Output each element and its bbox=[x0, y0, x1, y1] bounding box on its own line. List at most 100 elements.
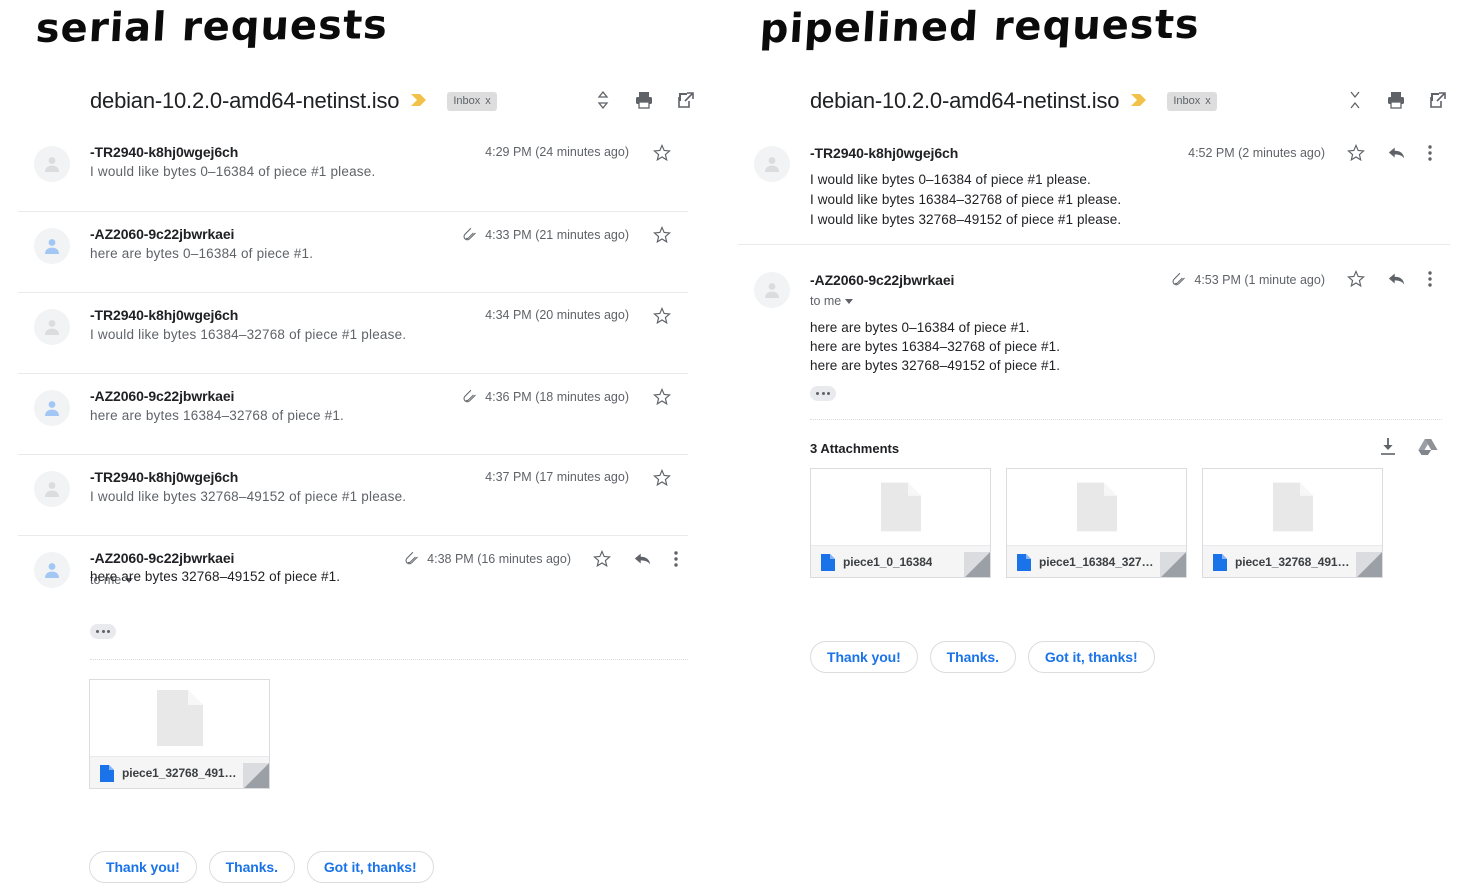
star-icon[interactable] bbox=[593, 550, 611, 568]
attachment-clip-icon bbox=[405, 551, 420, 566]
row-actions bbox=[653, 226, 671, 244]
recipient-dropdown[interactable]: to me bbox=[810, 294, 854, 308]
attachment-card[interactable]: piece1_0_16384 bbox=[810, 468, 991, 578]
smart-reply-chip-1[interactable]: Thank you! bbox=[89, 851, 197, 883]
attachment-name: piece1_32768_491… bbox=[122, 766, 237, 780]
table-row[interactable]: -AZ2060-9c22jbwrkaei here are bytes 1638… bbox=[18, 373, 688, 454]
message-body-line: I would like bytes 16384–32768 of piece … bbox=[810, 192, 1122, 207]
message-meta: 4:34 PM (20 minutes ago) bbox=[485, 308, 629, 322]
more-options-icon[interactable] bbox=[674, 550, 678, 568]
open-message-right-1: -TR2940-k8hj0wgej6ch 4:52 PM (2 minutes … bbox=[738, 130, 1450, 245]
message-meta: 4:36 PM (18 minutes ago) bbox=[463, 389, 629, 404]
avatar bbox=[34, 471, 70, 507]
thread-header-left: debian-10.2.0-amd64-netinst.iso Inbox x bbox=[90, 84, 497, 118]
file-icon bbox=[1017, 553, 1031, 571]
star-icon[interactable] bbox=[653, 388, 671, 406]
message-sender: -TR2940-k8hj0wgej6ch bbox=[810, 145, 959, 161]
recipient-label: to me bbox=[810, 294, 842, 308]
print-icon[interactable] bbox=[1386, 90, 1406, 110]
attachment-name: piece1_0_16384 bbox=[843, 555, 933, 569]
message-timestamp: 4:29 PM (24 minutes ago) bbox=[485, 145, 629, 159]
message-timestamp: 4:37 PM (17 minutes ago) bbox=[485, 470, 629, 484]
attachment-clip-icon bbox=[1172, 272, 1187, 287]
panel-serial: serial requests debian-10.2.0-amd64-neti… bbox=[0, 0, 730, 896]
attachment-card[interactable]: piece1_32768_491… bbox=[1202, 468, 1383, 578]
smart-reply-chip-2[interactable]: Thanks. bbox=[208, 851, 295, 883]
thread-title: debian-10.2.0-amd64-netinst.iso bbox=[90, 88, 400, 113]
expand-all-icon[interactable] bbox=[595, 91, 611, 109]
star-icon[interactable] bbox=[653, 226, 671, 244]
open-message-left: -AZ2060-9c22jbwrkaei to me 4:38 PM (16 m… bbox=[18, 535, 688, 655]
star-icon[interactable] bbox=[1347, 144, 1365, 162]
corner-fold-light-icon bbox=[243, 763, 269, 788]
attachment-name: piece1_16384_327… bbox=[1039, 555, 1154, 569]
attachment-footer: piece1_16384_327… bbox=[1007, 545, 1186, 577]
label-chip-text: Inbox bbox=[453, 94, 481, 107]
open-in-new-icon[interactable] bbox=[677, 91, 695, 109]
table-row[interactable]: -TR2940-k8hj0wgej6ch I would like bytes … bbox=[18, 454, 688, 535]
table-row[interactable]: -TR2940-k8hj0wgej6ch I would like bytes … bbox=[18, 292, 688, 373]
message-sender: -AZ2060-9c22jbwrkaei bbox=[810, 272, 955, 288]
important-marker-icon bbox=[1131, 93, 1147, 109]
star-icon[interactable] bbox=[653, 144, 671, 162]
corner-fold-light-icon bbox=[964, 552, 990, 577]
attachment-card[interactable]: piece1_16384_327… bbox=[1006, 468, 1187, 578]
avatar bbox=[34, 146, 70, 182]
show-trimmed-content-button[interactable] bbox=[810, 386, 836, 401]
row-actions bbox=[653, 144, 671, 162]
smart-reply-chip-1[interactable]: Thank you! bbox=[810, 641, 918, 673]
message-body-line: I would like bytes 32768–49152 of piece … bbox=[810, 212, 1122, 227]
collapse-all-icon[interactable] bbox=[1347, 91, 1363, 109]
reply-icon[interactable] bbox=[633, 550, 652, 568]
label-chip-inbox[interactable]: Inbox x bbox=[447, 91, 497, 111]
label-chip-inbox[interactable]: Inbox x bbox=[1167, 91, 1217, 111]
avatar bbox=[754, 272, 790, 308]
corner-fold-light-icon bbox=[1160, 552, 1186, 577]
more-options-icon[interactable] bbox=[1428, 270, 1432, 288]
label-chip-text: Inbox bbox=[1173, 94, 1201, 107]
message-timestamp: 4:53 PM (1 minute ago) bbox=[1194, 272, 1325, 287]
message-timestamp: 4:38 PM (16 minutes ago) bbox=[427, 551, 571, 566]
message-meta: 4:38 PM (16 minutes ago) bbox=[405, 551, 571, 566]
smart-reply-chip-2[interactable]: Thanks. bbox=[929, 641, 1016, 673]
star-icon[interactable] bbox=[653, 307, 671, 325]
star-icon[interactable] bbox=[653, 469, 671, 487]
message-snippet: here are bytes 0–16384 of piece #1. bbox=[90, 246, 314, 261]
divider bbox=[90, 659, 688, 660]
thread-header-actions-left bbox=[595, 90, 695, 110]
open-in-new-icon[interactable] bbox=[1429, 91, 1447, 109]
table-row[interactable]: -AZ2060-9c22jbwrkaei here are bytes 0–16… bbox=[18, 211, 688, 292]
label-chip-remove-icon[interactable]: x bbox=[485, 95, 491, 107]
message-body-line: I would like bytes 0–16384 of piece #1 p… bbox=[810, 172, 1091, 187]
save-to-drive-icon[interactable] bbox=[1418, 438, 1438, 456]
show-trimmed-content-button[interactable] bbox=[90, 624, 116, 639]
message-snippet: here are bytes 16384–32768 of piece #1. bbox=[90, 408, 344, 423]
print-icon[interactable] bbox=[634, 90, 654, 110]
message-sender: -AZ2060-9c22jbwrkaei bbox=[90, 226, 235, 242]
attachment-card[interactable]: piece1_32768_491… bbox=[89, 679, 270, 789]
more-options-icon[interactable] bbox=[1428, 144, 1432, 162]
attachment-clip-icon bbox=[463, 227, 478, 242]
message-meta: 4:53 PM (1 minute ago) bbox=[1172, 272, 1325, 287]
chevron-down-icon[interactable] bbox=[845, 298, 854, 304]
smart-reply-chip-3[interactable]: Got it, thanks! bbox=[1027, 641, 1155, 673]
attachment-thumbnail bbox=[90, 680, 269, 756]
attachment-thumbnail bbox=[811, 469, 990, 545]
star-icon[interactable] bbox=[1347, 270, 1365, 288]
message-meta: 4:29 PM (24 minutes ago) bbox=[485, 145, 629, 159]
file-icon bbox=[100, 764, 114, 782]
thread-header-actions-right bbox=[1347, 90, 1447, 110]
avatar bbox=[34, 309, 70, 345]
row-actions bbox=[653, 469, 671, 487]
smart-reply-chip-3[interactable]: Got it, thanks! bbox=[306, 851, 434, 883]
download-all-icon[interactable] bbox=[1380, 438, 1396, 456]
divider bbox=[810, 419, 1442, 420]
reply-icon[interactable] bbox=[1387, 270, 1406, 288]
corner-fold-light-icon bbox=[1356, 552, 1382, 577]
attachment-name: piece1_32768_491… bbox=[1235, 555, 1350, 569]
label-chip-remove-icon[interactable]: x bbox=[1205, 95, 1211, 107]
table-row[interactable]: -TR2940-k8hj0wgej6ch I would like bytes … bbox=[18, 130, 688, 211]
reply-icon[interactable] bbox=[1387, 144, 1406, 162]
thread-header-right: debian-10.2.0-amd64-netinst.iso Inbox x bbox=[810, 84, 1217, 118]
message-meta: 4:37 PM (17 minutes ago) bbox=[485, 470, 629, 484]
